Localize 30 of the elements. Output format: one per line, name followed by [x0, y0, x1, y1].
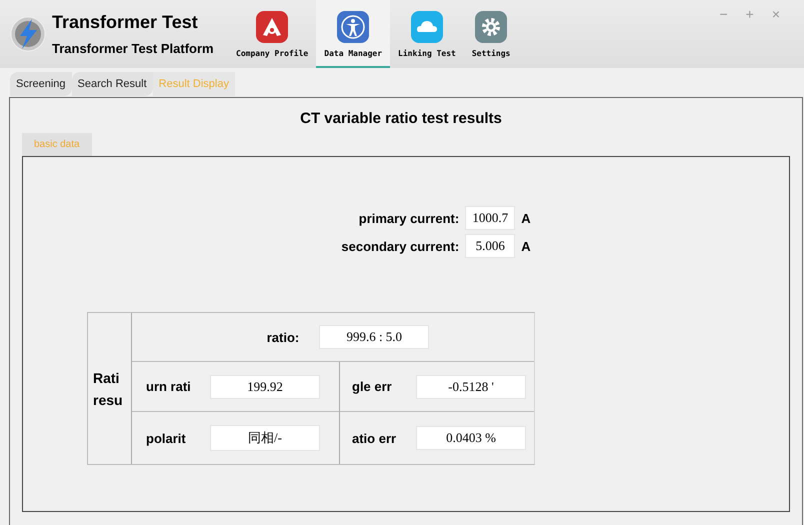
field-label: atio err [352, 430, 398, 446]
unit-label: A [521, 238, 531, 254]
app-title: Transformer Test [52, 12, 199, 33]
person-icon [337, 11, 370, 43]
cloud-icon [410, 11, 443, 43]
app-subtitle: Transformer Test Platform [52, 41, 214, 56]
nav-tab[interactable]: Settings [464, 0, 518, 68]
nav-tab[interactable]: Linking Test [390, 0, 464, 68]
nav-tab[interactable]: Data Manager [316, 0, 390, 68]
value-field: 同相/- [210, 425, 320, 451]
sub-tab[interactable]: Search Result [72, 72, 153, 96]
field-label: polarit [146, 430, 187, 446]
value-field: 5.006 [465, 234, 516, 258]
value-field: 0.0403 % [416, 426, 526, 450]
value-field: 199.92 [210, 374, 320, 398]
nav-tab[interactable]: Company Profile [228, 0, 316, 68]
row-heading: Rati resu [93, 368, 124, 410]
lightning-logo-icon [10, 16, 46, 52]
field-label: ratio: [266, 330, 300, 344]
value-field: 1000.7 [465, 206, 516, 230]
field-label: urn rati [146, 379, 192, 394]
gear-icon [475, 11, 508, 43]
unit-label: A [521, 210, 531, 226]
panel-title: CT variable ratio test results [300, 110, 502, 127]
value-field: -0.5128 ' [416, 374, 526, 398]
field-label: secondary current: [341, 238, 460, 254]
field-label: primary current: [358, 210, 460, 226]
value-field: 999.6 : 5.0 [319, 325, 430, 349]
field-label: gle err [352, 379, 393, 394]
sub-tab[interactable]: Screening [10, 72, 72, 96]
